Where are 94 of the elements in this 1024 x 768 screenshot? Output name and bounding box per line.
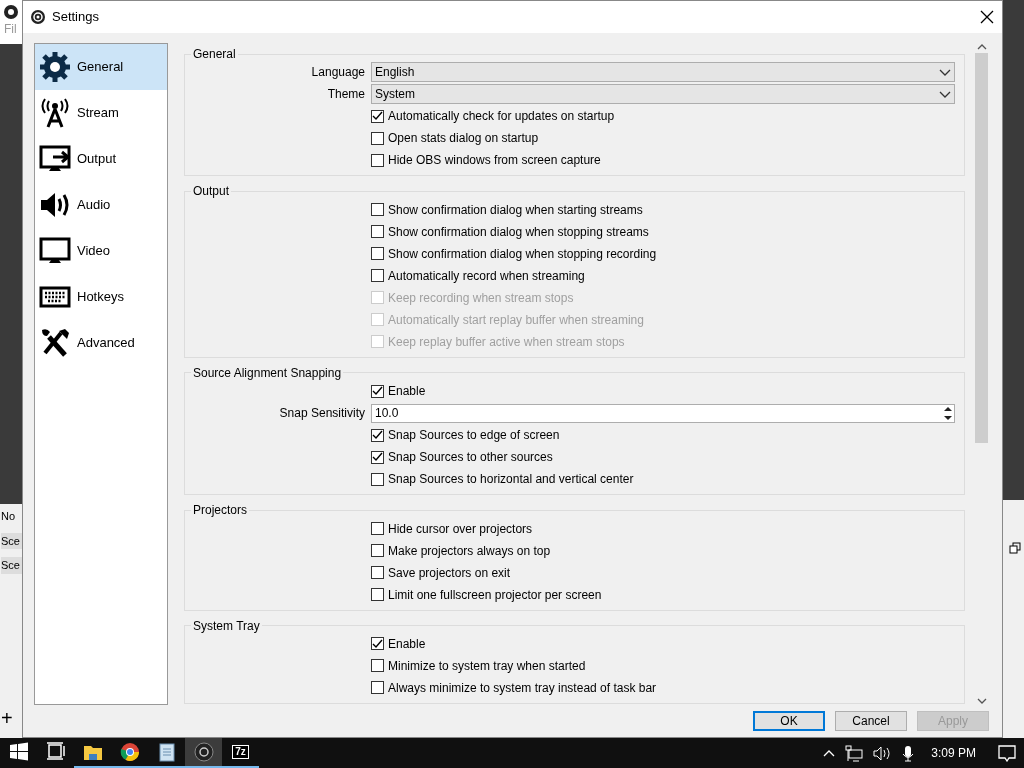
checkbox[interactable] bbox=[371, 659, 384, 673]
sidebar-item[interactable]: Video bbox=[35, 228, 167, 274]
sidebar-item[interactable]: Hotkeys bbox=[35, 274, 167, 320]
checkbox[interactable] bbox=[371, 450, 384, 464]
checkbox[interactable] bbox=[371, 131, 384, 145]
sidebar-item[interactable]: Stream bbox=[35, 90, 167, 136]
taskbar-button[interactable] bbox=[185, 738, 222, 768]
checkbox[interactable] bbox=[371, 247, 384, 261]
checkbox-label: Enable bbox=[388, 383, 426, 401]
check-icon bbox=[372, 452, 383, 463]
network-icon[interactable] bbox=[845, 744, 864, 762]
checkbox-label: Enable bbox=[388, 635, 426, 653]
notepad-icon bbox=[156, 742, 177, 762]
checkbox[interactable] bbox=[371, 681, 384, 695]
checkbox[interactable] bbox=[371, 637, 384, 651]
checkbox-label: Snap Sources to horizontal and vertical center bbox=[388, 471, 634, 489]
spin-arrows-icon[interactable] bbox=[942, 404, 954, 422]
checkbox[interactable] bbox=[371, 384, 384, 398]
scroll-down-icon[interactable] bbox=[976, 697, 987, 705]
field-label: Theme bbox=[326, 86, 365, 104]
add-button[interactable]: + bbox=[1, 708, 22, 728]
check-icon bbox=[372, 430, 383, 441]
chevron-up-icon[interactable] bbox=[823, 748, 836, 758]
microphone-icon[interactable] bbox=[901, 744, 916, 762]
checkbox[interactable] bbox=[371, 225, 384, 239]
antenna-icon bbox=[39, 97, 71, 129]
checkbox-label: Snap Sources to other sources bbox=[388, 449, 553, 467]
checkbox[interactable] bbox=[371, 472, 384, 486]
sidebar-item[interactable]: Advanced bbox=[35, 320, 167, 366]
app-logo-icon bbox=[31, 10, 45, 24]
app-logo-icon bbox=[4, 4, 18, 19]
group-title: Source Alignment Snapping bbox=[192, 365, 343, 381]
checkbox-label: Keep replay buffer active when stream stops bbox=[388, 333, 625, 351]
checkbox-label: Minimize to system tray when started bbox=[388, 657, 586, 675]
scroll-up-icon[interactable] bbox=[976, 43, 987, 51]
check-icon bbox=[372, 111, 383, 122]
checkbox-label: Automatically check for updates on startup bbox=[388, 108, 615, 126]
group-title: Projectors bbox=[192, 503, 249, 518]
list-header: Sce bbox=[1, 532, 22, 549]
checkbox[interactable] bbox=[371, 566, 384, 580]
notification-icon[interactable] bbox=[998, 744, 1016, 762]
chevron-down-icon bbox=[939, 90, 951, 98]
checkbox[interactable] bbox=[371, 203, 384, 217]
browser-icon bbox=[119, 742, 140, 762]
checkbox-label: Automatically start replay buffer when streaming bbox=[388, 311, 644, 329]
spin-box[interactable]: 10.0 bbox=[371, 403, 955, 423]
field-label: Snap Sensitivity bbox=[278, 405, 365, 423]
checkbox-label: Open stats dialog on startup bbox=[388, 130, 539, 148]
list-header: Sce bbox=[1, 557, 22, 574]
sidebar-item[interactable]: General bbox=[35, 44, 167, 90]
checkbox-label: Show confirmation dialog when starting streams bbox=[388, 201, 643, 219]
group-title: General bbox=[192, 47, 237, 62]
window-title: Settings bbox=[52, 8, 99, 27]
status-text: No bbox=[1, 509, 17, 524]
checkbox[interactable] bbox=[371, 153, 384, 167]
check-icon bbox=[372, 386, 383, 397]
dialog-button[interactable]: Cancel bbox=[835, 711, 907, 731]
gear-icon bbox=[39, 51, 71, 83]
task-view-icon bbox=[45, 742, 66, 762]
checkbox[interactable] bbox=[371, 109, 384, 123]
chevron-down-icon bbox=[939, 68, 951, 76]
field-label: Language bbox=[310, 64, 365, 82]
checkbox[interactable] bbox=[371, 544, 384, 558]
clock[interactable]: 3:09 PM bbox=[931, 744, 976, 762]
dialog-button[interactable]: OK bbox=[753, 711, 825, 731]
tools-icon bbox=[39, 327, 71, 359]
restore-icon[interactable] bbox=[1009, 542, 1021, 554]
dropdown[interactable]: System bbox=[371, 84, 955, 105]
check-icon bbox=[372, 638, 383, 649]
checkbox-label: Always minimize to system tray instead of task bar bbox=[388, 679, 657, 697]
close-icon[interactable] bbox=[980, 10, 994, 24]
speaker-icon[interactable] bbox=[873, 744, 892, 762]
group-title: System Tray bbox=[192, 618, 261, 633]
checkbox-label: Keep recording when stream stops bbox=[388, 289, 574, 307]
checkbox[interactable] bbox=[371, 269, 384, 283]
checkbox-label: Show confirmation dialog when stopping recording bbox=[388, 245, 657, 263]
checkbox-label: Limit one fullscreen projector per screen bbox=[388, 586, 602, 604]
windows-logo-icon bbox=[8, 742, 29, 762]
checkbox-label: Automatically record when streaming bbox=[388, 267, 585, 285]
checkbox-label: Snap Sources to edge of screen bbox=[388, 427, 560, 445]
taskbar-button[interactable]: 7z bbox=[222, 738, 259, 768]
checkbox-label: Make projectors always on top bbox=[388, 542, 551, 560]
checkbox-label: Save projectors on exit bbox=[388, 564, 511, 582]
dropdown[interactable]: English bbox=[371, 62, 955, 83]
app-logo-icon bbox=[193, 742, 214, 762]
checkbox[interactable] bbox=[371, 588, 384, 602]
checkbox-label: Hide OBS windows from screen capture bbox=[388, 152, 601, 170]
checkbox[interactable] bbox=[371, 428, 384, 442]
sidebar-item[interactable]: Output bbox=[35, 136, 167, 182]
checkbox-label: Hide cursor over projectors bbox=[388, 520, 533, 538]
checkbox-label: Show confirmation dialog when stopping streams bbox=[388, 223, 649, 241]
group-title: Output bbox=[192, 184, 231, 199]
checkbox[interactable] bbox=[371, 522, 384, 536]
sidebar-item[interactable]: Audio bbox=[35, 182, 167, 228]
